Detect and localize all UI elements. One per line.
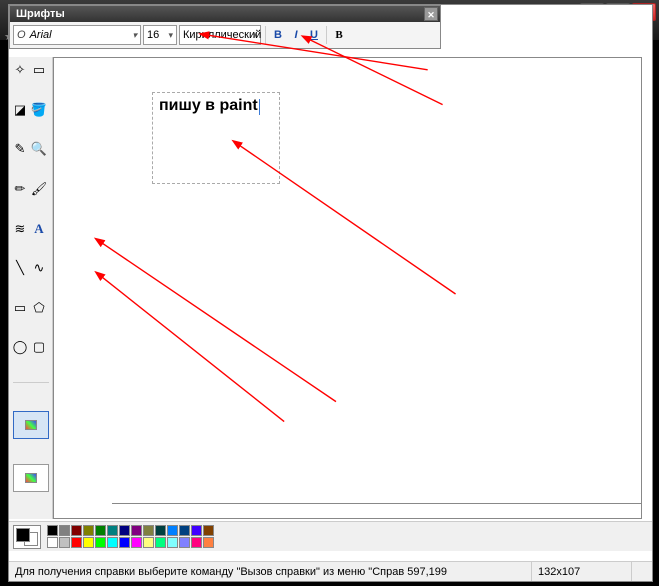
rect-icon[interactable]: ▭ [11,299,29,317]
font-script-select[interactable]: Кириллический [179,25,261,45]
color-swatch[interactable] [107,537,118,548]
font-size-select[interactable]: 16 [143,25,177,45]
color-swatch[interactable] [107,525,118,536]
opaque-mode-button[interactable] [13,411,49,439]
color-swatch[interactable] [155,525,166,536]
color-swatch[interactable] [95,525,106,536]
spray-icon[interactable]: ≋ [11,220,29,238]
free-select-icon[interactable]: ✧ [11,61,29,79]
color-swatch[interactable] [143,537,154,548]
color-swatch[interactable] [83,525,94,536]
transparent-mode-button[interactable] [13,464,49,492]
format-extra-button[interactable]: B [331,26,347,44]
status-dimensions: 132x107 [532,562,632,581]
separator [265,26,266,44]
line-icon[interactable]: ╲ [11,259,29,277]
poly-icon[interactable]: ⬠ [30,299,48,317]
fonts-toolbar: Шрифты ✕ Arial 16 Кириллический B I U B [9,5,441,49]
fonts-toolbar-close[interactable]: ✕ [424,7,438,21]
italic-button[interactable]: I [288,26,304,44]
text-icon[interactable]: A [30,220,48,238]
color-swatch[interactable] [191,537,202,548]
palette [47,525,214,548]
fonts-toolbar-title-text: Шрифты [16,8,65,20]
color-swatch[interactable] [131,537,142,548]
font-script-value: Кириллический [183,29,261,41]
paint-window: Шрифты ✕ Arial 16 Кириллический B I U B … [8,4,653,582]
color-swatch[interactable] [47,537,58,548]
color-swatch[interactable] [119,537,130,548]
color-swatch[interactable] [71,525,82,536]
picker-icon[interactable]: ✎ [11,140,29,158]
color-swatch[interactable] [203,525,214,536]
foreground-color[interactable] [16,528,30,542]
zoom-icon[interactable]: 🔍 [30,140,48,158]
color-swatch[interactable] [191,525,202,536]
color-swatch[interactable] [167,525,178,536]
text-selection-box[interactable]: пишу в paint [152,92,280,184]
canvas[interactable]: пишу в paint [112,64,642,504]
text-cursor [259,99,260,115]
color-swatch[interactable] [167,537,178,548]
color-swatch[interactable] [143,525,154,536]
color-swatch[interactable] [155,537,166,548]
color-swatch[interactable] [59,525,70,536]
canvas-area[interactable]: пишу в paint [53,57,642,519]
brush-icon[interactable]: 🖌 [30,180,48,198]
color-swatch[interactable] [47,525,58,536]
current-colors[interactable] [13,525,41,549]
color-swatch[interactable] [59,537,70,548]
palette-row [47,537,214,548]
eraser-icon[interactable]: ◪ [11,101,29,119]
color-swatch[interactable] [71,537,82,548]
rect-select-icon[interactable]: ▭ [30,61,48,79]
ellipse-icon[interactable]: ◯ [11,338,29,356]
color-palette-bar [9,521,652,551]
separator [326,26,327,44]
font-controls: Arial 16 Кириллический B I U B [10,22,440,48]
status-message: Для получения справки выберите команду "… [9,562,532,581]
font-size-value: 16 [147,29,159,41]
tools-separator [13,382,49,383]
roundrect-icon[interactable]: ▢ [30,338,48,356]
color-swatch[interactable] [203,537,214,548]
canvas-text: пишу в paint [159,97,258,114]
font-family-select[interactable]: Arial [13,25,141,45]
status-bar: Для получения справки выберите команду "… [9,561,652,581]
pencil-icon[interactable]: ✏ [11,180,29,198]
color-swatch[interactable] [95,537,106,548]
color-swatch[interactable] [179,525,190,536]
color-swatch[interactable] [131,525,142,536]
underline-button[interactable]: U [306,26,322,44]
color-swatch[interactable] [83,537,94,548]
fill-icon[interactable]: 🪣 [30,101,48,119]
curve-icon[interactable]: ∿ [30,259,48,277]
fonts-toolbar-title: Шрифты ✕ [10,6,440,22]
tools-panel: ✧▭◪🪣✎🔍✏🖌≋A╲∿▭⬠◯▢ [9,57,53,519]
color-swatch[interactable] [179,537,190,548]
palette-row [47,525,214,536]
color-swatch[interactable] [119,525,130,536]
bold-button[interactable]: B [270,26,286,44]
font-family-value: Arial [30,29,52,41]
